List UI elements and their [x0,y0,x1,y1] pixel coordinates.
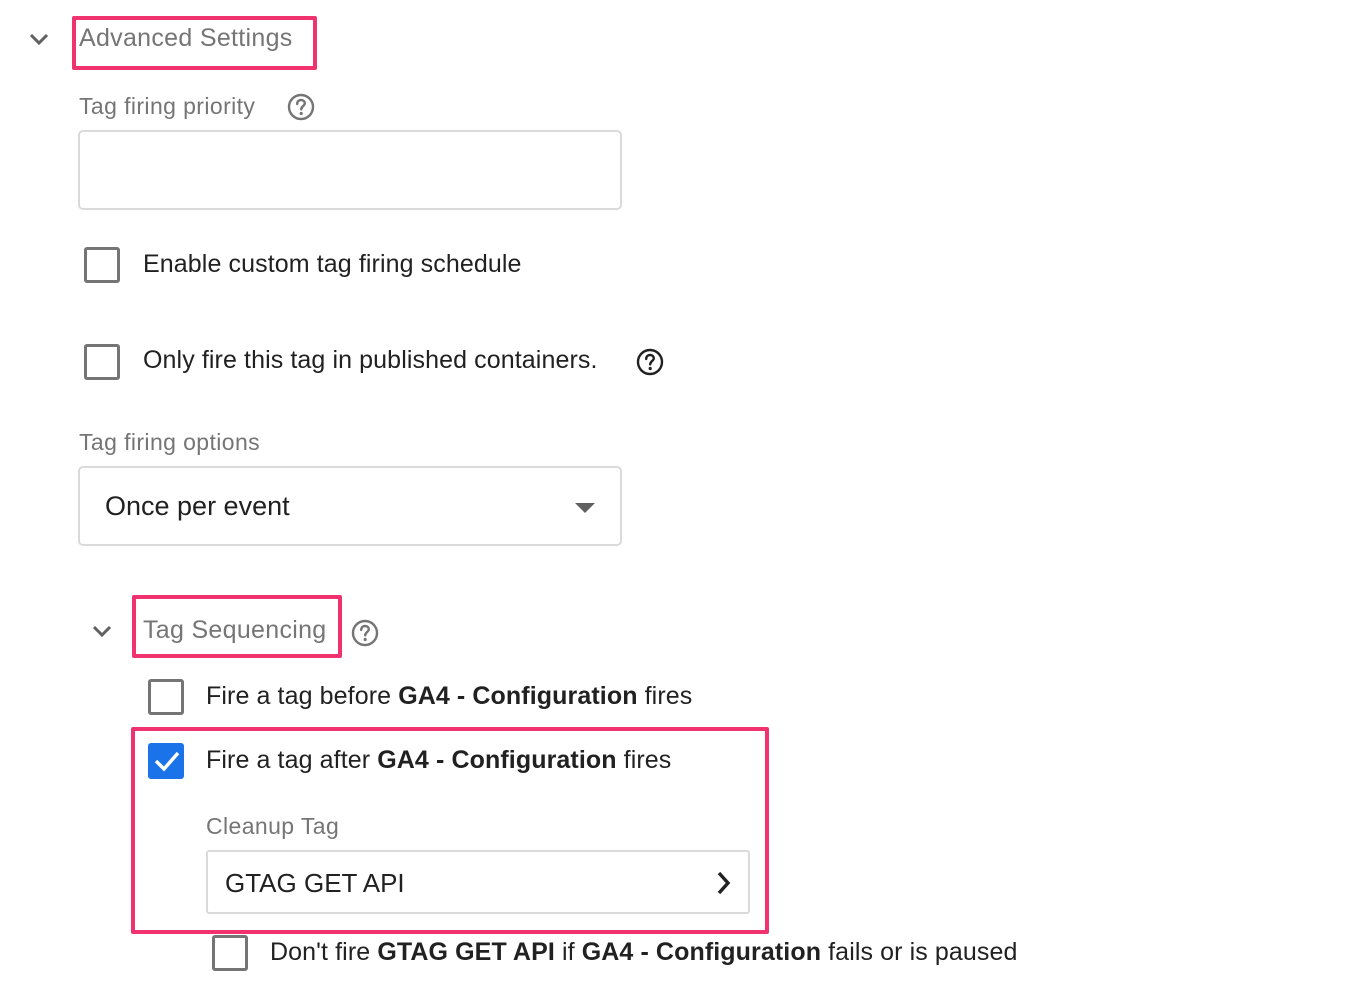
published-only-label: Only fire this tag in published containe… [143,346,598,374]
advanced-settings-highlight-box [72,16,317,70]
checkmark-icon [154,751,180,772]
published-only-checkbox[interactable] [84,344,120,380]
tag-sequencing-chevron-down-icon[interactable] [92,624,112,638]
dont-fire-checkbox[interactable] [212,935,248,971]
tag-firing-priority-input[interactable] [78,130,622,210]
cleanup-tag-label: Cleanup Tag [206,813,340,839]
fire-before-label: Fire a tag before GA4 - Configuration fi… [206,682,693,710]
tag-sequencing-help-icon[interactable] [351,619,379,647]
chevron-right-icon [717,871,731,895]
tag-sequencing-highlight-box [132,595,342,658]
advanced-settings-chevron-down-icon[interactable] [29,32,49,46]
fire-after-label: Fire a tag after GA4 - Configuration fir… [206,746,672,774]
tag-firing-options-select[interactable]: Once per event [78,466,622,546]
cleanup-tag-value: GTAG GET API [225,868,405,898]
custom-schedule-checkbox[interactable] [84,247,120,283]
tag-firing-options-value: Once per event [105,491,290,521]
fire-after-checkbox[interactable] [148,743,184,779]
dropdown-arrow-icon [575,503,595,513]
tag-firing-options-label: Tag firing options [79,429,261,455]
fire-before-checkbox[interactable] [148,679,184,715]
published-only-help-icon[interactable] [636,348,664,376]
dont-fire-label: Don't fire GTAG GET API if GA4 - Configu… [270,938,1018,966]
tag-firing-priority-label: Tag firing priority [79,93,256,119]
custom-schedule-label: Enable custom tag firing schedule [143,250,522,278]
cleanup-tag-selector[interactable]: GTAG GET API [206,850,750,914]
tag-firing-priority-help-icon[interactable] [287,93,315,121]
